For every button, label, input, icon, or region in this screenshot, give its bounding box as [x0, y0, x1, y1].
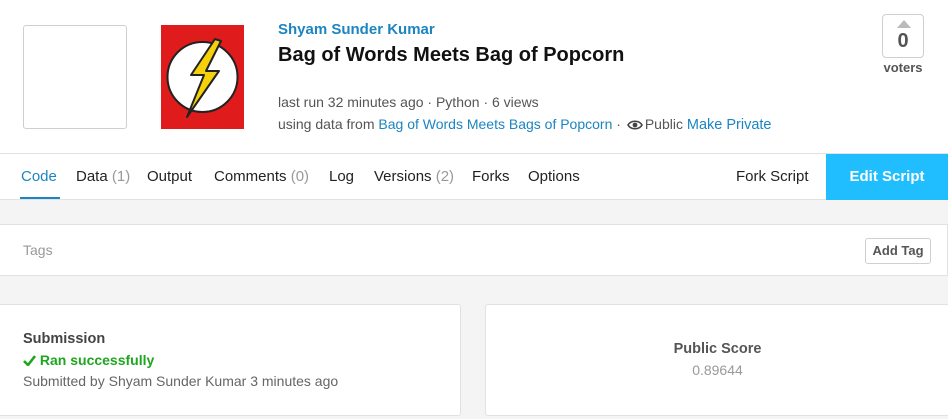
upvote-arrow-icon: [897, 20, 911, 28]
add-tag-button[interactable]: Add Tag: [865, 238, 931, 264]
kernel-logo-lightning-icon: [161, 25, 244, 129]
tab-data[interactable]: Data (1): [76, 168, 130, 185]
dataset-link[interactable]: Bag of Words Meets Bags of Popcorn: [378, 116, 612, 132]
active-tab-indicator: [20, 197, 60, 199]
tab-versions[interactable]: Versions (2): [374, 168, 454, 185]
tab-label: Forks: [472, 168, 510, 185]
tab-log[interactable]: Log: [329, 168, 354, 185]
upvote-button[interactable]: 0: [882, 14, 924, 58]
submitted-by: Submitted by Shyam Sunder Kumar 3 minute…: [23, 373, 339, 389]
checkmark-icon: [23, 355, 37, 367]
submission-card: Submission Ran successfully Submitted by…: [0, 304, 461, 416]
status-label: Ran successfully: [39, 352, 155, 368]
kernel-author[interactable]: Shyam Sunder Kumar: [278, 21, 435, 38]
visibility-label: Public: [644, 116, 683, 132]
kernel-tabs: Code Data (1) Output Comments (0) Log Ve…: [0, 154, 948, 200]
fork-script-button[interactable]: Fork Script: [736, 168, 809, 185]
using-data-label: using data from: [278, 116, 375, 132]
submission-title: Submission: [23, 331, 106, 347]
vote-count: 0: [897, 30, 909, 52]
tab-label: Data: [76, 168, 108, 185]
tab-output[interactable]: Output: [147, 168, 192, 185]
voters-label: voters: [883, 60, 923, 75]
tab-label: Options: [528, 168, 580, 185]
kernel-data-info: using data from Bag of Words Meets Bags …: [278, 116, 771, 133]
tab-count: (0): [290, 168, 310, 185]
tab-code[interactable]: Code: [21, 168, 57, 185]
tags-label: Tags: [23, 242, 53, 258]
score-label: Public Score: [673, 341, 762, 357]
tab-label: Versions: [374, 168, 432, 185]
user-avatar[interactable]: [23, 25, 127, 129]
tab-count: (1): [111, 168, 131, 185]
tags-panel: Tags Add Tag: [0, 224, 948, 276]
tab-count: (2): [435, 168, 455, 185]
eye-icon: [626, 120, 643, 130]
tab-label: Log: [329, 168, 355, 185]
submission-status: Ran successfully: [23, 352, 154, 368]
kernel-run-info: last run 32 minutes ago · Python · 6 vie…: [278, 94, 539, 110]
tab-comments[interactable]: Comments (0): [214, 168, 309, 185]
make-private-link[interactable]: Make Private: [687, 117, 772, 133]
score-card: Public Score 0.89644: [485, 304, 948, 416]
edit-script-button[interactable]: Edit Script: [826, 154, 948, 200]
score-value: 0.89644: [692, 362, 743, 378]
tab-options[interactable]: Options: [528, 168, 580, 185]
kernel-header: Shyam Sunder Kumar Bag of Words Meets Ba…: [0, 0, 948, 154]
meta-separator: ·: [612, 116, 625, 132]
tab-label: Output: [147, 168, 193, 185]
tab-forks[interactable]: Forks: [472, 168, 510, 185]
tab-label: Code: [21, 168, 57, 185]
kernel-title: Bag of Words Meets Bag of Popcorn: [278, 44, 625, 66]
tab-label: Comments: [214, 168, 287, 185]
